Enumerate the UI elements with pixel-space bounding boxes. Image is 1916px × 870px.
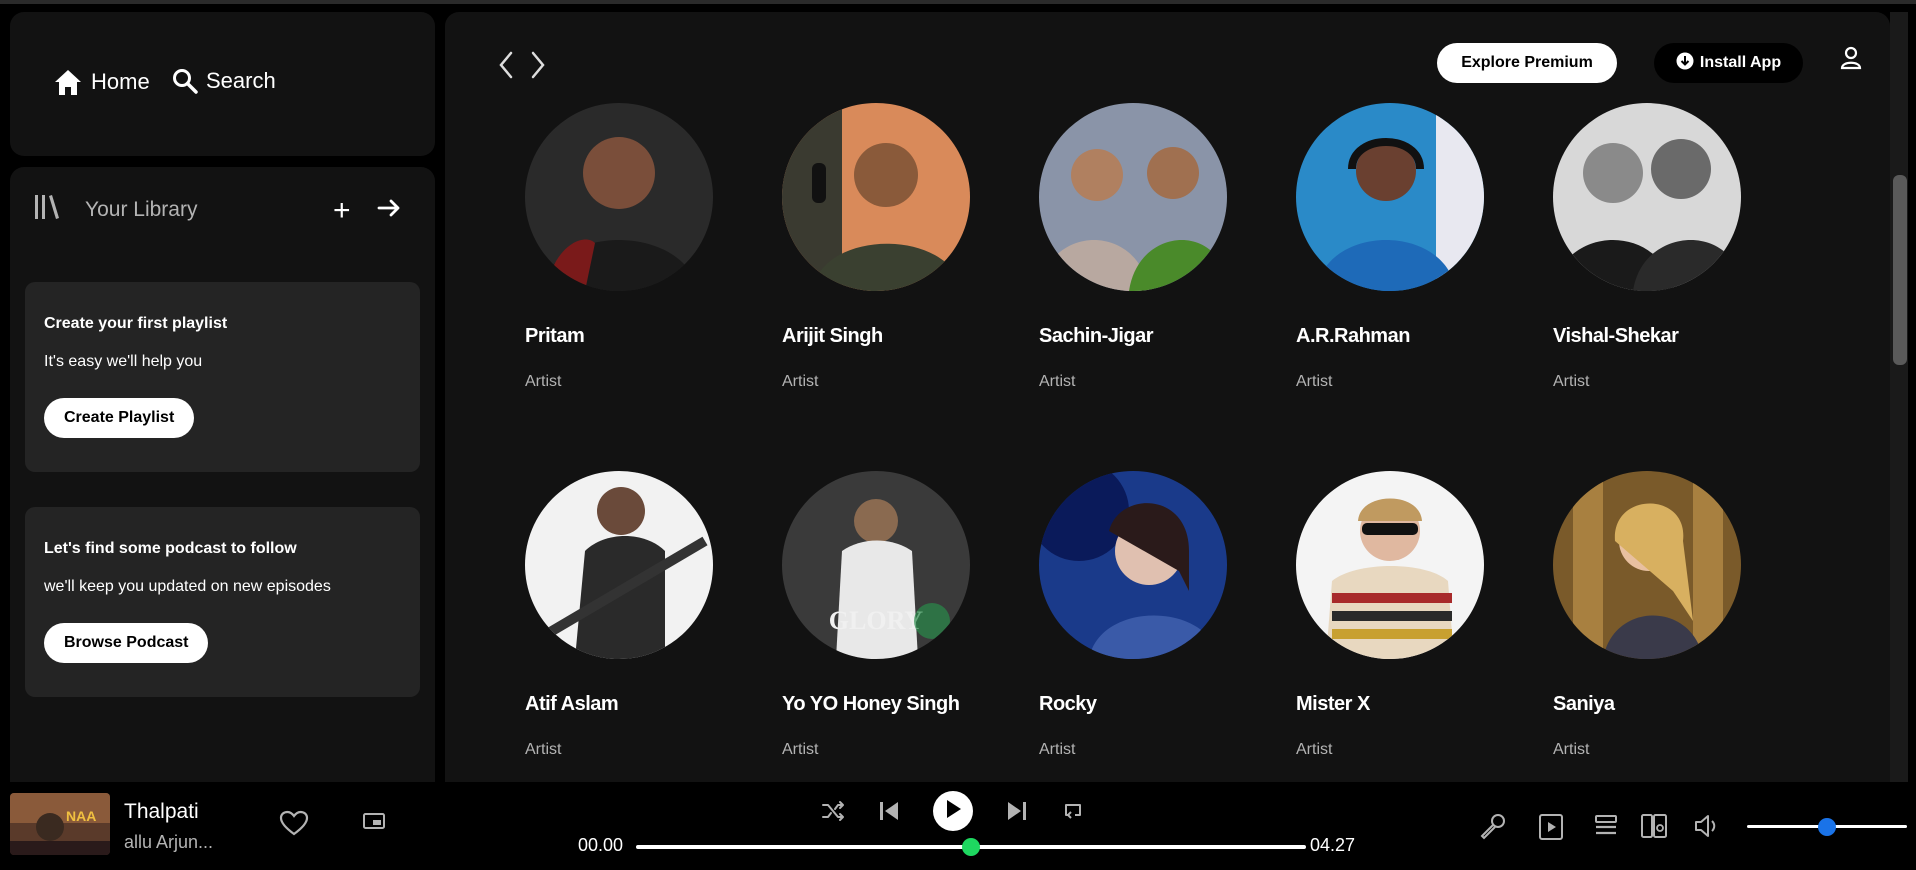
artist-card[interactable]: Arijit Singh Artist — [782, 103, 982, 390]
artist-avatar — [525, 471, 713, 659]
skip-back-icon[interactable] — [877, 799, 901, 828]
search-icon — [172, 68, 198, 94]
nav-search-label: Search — [206, 68, 276, 93]
repeat-icon[interactable] — [1061, 799, 1085, 828]
artist-card[interactable]: GLORY Yo YO Honey Singh Artist — [782, 471, 982, 758]
skip-forward-icon[interactable] — [1005, 799, 1029, 828]
artist-name: Sachin-Jigar — [1039, 325, 1154, 347]
artist-type: Artist — [782, 741, 819, 758]
time-total: 04.27 — [1310, 835, 1356, 855]
time-current: 00.00 — [578, 835, 624, 855]
artist-type: Artist — [1039, 373, 1076, 390]
user-icon[interactable] — [1840, 46, 1862, 75]
artist-type: Artist — [1296, 741, 1333, 758]
card-subtitle: It's easy we'll help you — [44, 353, 203, 370]
play-icon — [944, 799, 962, 824]
artist-type: Artist — [525, 741, 562, 758]
volume-knob[interactable] — [1818, 818, 1836, 836]
artist-avatar — [1039, 471, 1227, 659]
add-icon[interactable]: + — [333, 196, 351, 226]
artist-name: Atif Aslam — [525, 693, 619, 715]
artist-type: Artist — [1296, 373, 1333, 390]
artist-type: Artist — [1553, 373, 1590, 390]
shuffle-icon[interactable] — [821, 799, 847, 828]
progress-knob[interactable] — [962, 838, 980, 856]
chevron-left-icon[interactable] — [497, 50, 515, 85]
artist-avatar — [1039, 103, 1227, 291]
nav-home[interactable]: Home — [53, 68, 150, 96]
song-artist[interactable]: allu Arjun... — [124, 832, 213, 853]
artist-avatar — [1553, 103, 1741, 291]
artist-card[interactable]: Vishal-Shekar Artist — [1553, 103, 1753, 390]
artist-avatar — [525, 103, 713, 291]
explore-premium-button[interactable]: Explore Premium — [1437, 43, 1617, 83]
create-playlist-button[interactable]: Create Playlist — [44, 398, 195, 438]
artist-name: Pritam — [525, 325, 585, 347]
card-subtitle: we'll keep you updated on new episodes — [44, 578, 331, 595]
artist-avatar — [1553, 471, 1741, 659]
artist-card[interactable]: Pritam Artist — [525, 103, 725, 390]
svg-text:NAA: NAA — [66, 808, 96, 824]
nav-home-label: Home — [91, 69, 150, 94]
create-playlist-card: Create your first playlist It's easy we'… — [25, 282, 420, 472]
artist-card[interactable]: Saniya Artist — [1553, 471, 1753, 758]
artist-avatar — [782, 103, 970, 291]
browse-podcast-button[interactable]: Browse Podcast — [44, 623, 209, 663]
artist-type: Artist — [782, 373, 819, 390]
artist-avatar — [1296, 471, 1484, 659]
scrollbar-track[interactable] — [1890, 12, 1908, 782]
artist-avatar — [1296, 103, 1484, 291]
microphone-icon[interactable] — [1478, 813, 1506, 846]
artist-name: Mister X — [1296, 693, 1370, 715]
install-app-label: Install App — [1699, 54, 1782, 71]
artist-card[interactable]: Rocky Artist — [1039, 471, 1239, 758]
picture-in-picture-icon[interactable] — [362, 811, 386, 836]
chevron-right-icon[interactable] — [529, 50, 547, 85]
card-title: Let's find some podcast to follow — [44, 540, 297, 557]
artist-type: Artist — [525, 373, 562, 390]
scrollbar-thumb[interactable] — [1893, 175, 1907, 365]
svg-text:GLORY: GLORY — [829, 606, 924, 635]
now-playing-view-icon[interactable] — [1538, 813, 1564, 846]
artist-name: Yo YO Honey Singh — [782, 693, 960, 715]
play-button[interactable] — [933, 791, 973, 831]
library-icon[interactable] — [33, 193, 61, 226]
artist-name: Rocky — [1039, 693, 1097, 715]
song-title[interactable]: Thalpati — [124, 800, 199, 824]
heart-icon[interactable] — [279, 810, 309, 841]
window-top-strip — [0, 0, 1916, 4]
arrow-right-icon[interactable] — [377, 196, 401, 225]
card-title: Create your first playlist — [44, 315, 228, 332]
album-cover[interactable]: NAA — [10, 793, 110, 855]
artist-card[interactable]: A.R.Rahman Artist — [1296, 103, 1496, 390]
artist-type: Artist — [1553, 741, 1590, 758]
artist-name: Vishal-Shekar — [1553, 325, 1679, 347]
nav-search[interactable]: Search — [172, 68, 276, 94]
artist-type: Artist — [1039, 741, 1076, 758]
library-title[interactable]: Your Library — [85, 198, 197, 222]
connect-device-icon[interactable] — [1640, 813, 1668, 844]
install-app-button[interactable]: Install App — [1654, 43, 1803, 83]
artist-name: Saniya — [1553, 693, 1615, 715]
artist-card[interactable]: Atif Aslam Artist — [525, 471, 725, 758]
browse-podcast-card: Let's find some podcast to follow we'll … — [25, 507, 420, 697]
volume-icon[interactable] — [1693, 813, 1721, 844]
main-content: Explore Premium Install App Pritam Artis… — [445, 12, 1890, 782]
artist-name: A.R.Rahman — [1296, 325, 1410, 347]
download-icon — [1676, 52, 1694, 75]
artist-card[interactable]: Mister X Artist — [1296, 471, 1496, 758]
artist-card[interactable]: Sachin-Jigar Artist — [1039, 103, 1239, 390]
home-icon — [53, 68, 83, 96]
artist-name: Arijit Singh — [782, 325, 883, 347]
artist-avatar: GLORY — [782, 471, 970, 659]
queue-icon[interactable] — [1593, 813, 1619, 844]
